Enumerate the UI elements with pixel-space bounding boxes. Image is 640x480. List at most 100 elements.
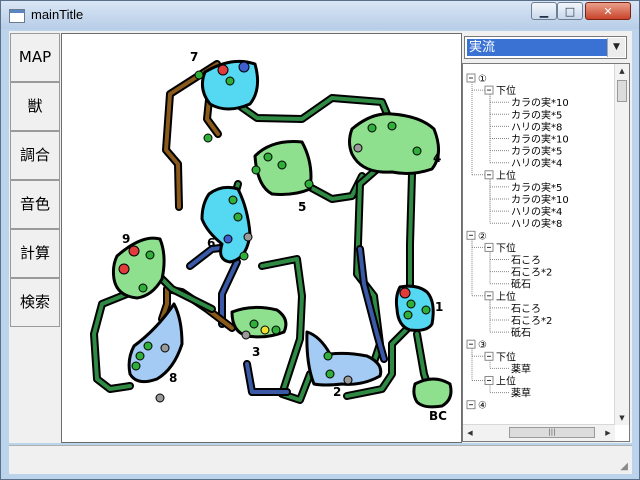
area-label-3: 3 (252, 345, 260, 359)
tree-item[interactable]: ③ (478, 340, 487, 351)
tree-item[interactable]: カラの実*10 (511, 96, 569, 109)
tree-item[interactable]: 薬草 (511, 388, 531, 400)
marker-green (135, 351, 145, 361)
marker-gray (343, 375, 353, 385)
marker-green (233, 212, 243, 222)
scroll-up-icon[interactable]: ▲ (615, 64, 629, 78)
area-label-9: 9 (122, 232, 130, 246)
tree-item[interactable]: 石ころ (511, 256, 541, 267)
tree-item[interactable]: 砥石 (511, 326, 531, 339)
tree-item[interactable]: 下位 (496, 84, 516, 97)
tree-item[interactable]: 薬草 (511, 363, 531, 375)
tree-item[interactable]: 上位 (496, 375, 516, 388)
marker-green (406, 299, 416, 309)
marker-green (325, 369, 335, 379)
marker-gray (241, 330, 251, 340)
area-label-5: 5 (298, 200, 306, 214)
marker-blue (238, 61, 250, 73)
area-2 (305, 330, 383, 387)
tree-item[interactable]: ① (478, 74, 487, 85)
tree-item[interactable]: 石ころ*2 (511, 268, 552, 279)
sidebar-button-search[interactable]: 検索 (10, 278, 60, 327)
area-label-7: 7 (190, 50, 198, 64)
maximize-button[interactable]: □ (557, 2, 583, 20)
marker-green (251, 165, 261, 175)
marker-green (203, 133, 213, 143)
sidebar-button-monster[interactable]: 獣 (10, 82, 60, 131)
marker-green (131, 361, 141, 371)
map-panel[interactable]: 7 4 5 6 9 1 3 8 2 BC (61, 33, 462, 443)
hscroll-thumb[interactable]: ||| (509, 427, 595, 438)
marker-green (387, 121, 397, 131)
tree-item[interactable]: カラの実*5 (511, 108, 562, 121)
scroll-thumb[interactable] (617, 80, 627, 102)
tree-item[interactable]: 下位 (496, 241, 516, 254)
tree-item[interactable]: ハリの実*4 (511, 205, 562, 218)
tree-item[interactable]: ハリの実*4 (511, 157, 562, 170)
sidebar-button-calc[interactable]: 計算 (10, 229, 60, 278)
marker-green (412, 146, 422, 156)
minimize-button[interactable]: ▁ (531, 2, 557, 20)
marker-yellow (260, 325, 270, 335)
marker-gray (353, 143, 363, 153)
marker-gray (155, 393, 165, 403)
tree-item[interactable]: 石ころ (511, 304, 541, 315)
marker-green (228, 195, 238, 205)
marker-green (304, 179, 314, 189)
tree-item[interactable]: 下位 (496, 350, 516, 363)
tree-item[interactable]: カラの実*10 (511, 193, 569, 206)
resize-grip-icon[interactable]: ◢ (620, 461, 628, 472)
client-area: MAP 獣 調合 音色 計算 検索 7 4 5 6 9 1 3 8 2 BC 実… (9, 31, 632, 443)
area-label-bc: BC (429, 409, 447, 423)
area-select-value: 実流 (467, 39, 609, 56)
tree-item[interactable]: カラの実*10 (511, 133, 569, 146)
marker-green (138, 283, 148, 293)
window-icon (9, 9, 25, 23)
marker-red (399, 287, 411, 299)
tree-item[interactable]: 上位 (496, 169, 516, 182)
marker-red (128, 245, 140, 257)
marker-gray (243, 232, 253, 242)
tree-item[interactable]: 石ころ*2 (511, 316, 552, 327)
tree-item[interactable]: 砥石 (511, 278, 531, 291)
tree-item[interactable]: ハリの実*8 (511, 120, 562, 133)
dropdown-arrow-icon[interactable]: ▼ (607, 38, 625, 57)
marker-red (217, 64, 229, 76)
marker-green (145, 250, 155, 260)
area-label-6: 6 (207, 236, 215, 250)
marker-blue (223, 234, 233, 244)
vertical-scrollbar[interactable]: ▲ ▼ (614, 64, 629, 425)
area-label-8: 8 (169, 371, 177, 385)
area-label-1: 1 (435, 300, 443, 314)
marker-red (118, 263, 130, 275)
marker-green (239, 251, 249, 261)
marker-green (143, 341, 153, 351)
tree-item[interactable]: ハリの実*8 (511, 217, 562, 230)
marker-green (225, 76, 235, 86)
app-window: mainTitle ▁ □ ✕ MAP 獣 調合 音色 計算 検索 7 4 5 … (0, 0, 640, 480)
sidebar-button-combine[interactable]: 調合 (10, 131, 60, 180)
marker-green (194, 70, 204, 80)
tree-item[interactable]: ② (478, 231, 487, 242)
area-select[interactable]: 実流 ▼ (464, 36, 627, 59)
item-tree-view[interactable]: ①下位カラの実*10カラの実*5ハリの実*8カラの実*10カラの実*5ハリの実*… (463, 64, 615, 425)
scroll-down-icon[interactable]: ▼ (615, 411, 629, 425)
marker-green (403, 310, 413, 320)
area-bc (412, 377, 453, 409)
title-bar[interactable]: mainTitle ▁ □ ✕ (1, 1, 639, 29)
close-button[interactable]: ✕ (585, 2, 631, 20)
sidebar-button-sound[interactable]: 音色 (10, 180, 60, 229)
marker-green (421, 305, 431, 315)
horizontal-scrollbar[interactable]: ◀ ||| ▶ (463, 424, 615, 441)
tree-item[interactable]: カラの実*5 (511, 145, 562, 158)
tree-item[interactable]: カラの実*5 (511, 181, 562, 194)
scroll-left-icon[interactable]: ◀ (463, 425, 477, 441)
tree-item[interactable]: ④ (478, 401, 487, 412)
tree-item[interactable]: 上位 (496, 290, 516, 303)
sidebar-button-map[interactable]: MAP (10, 33, 60, 82)
status-bar: ◢ (9, 445, 632, 474)
marker-green (323, 351, 333, 361)
area-map[interactable]: 7 4 5 6 9 1 3 8 2 BC (62, 34, 461, 442)
scroll-right-icon[interactable]: ▶ (601, 425, 615, 441)
item-tree[interactable]: ① 下位 カラの実*10 カラの実*5 ハリの実*8 カラの実*10 カラの実*5 ハリの実*… (462, 63, 630, 442)
